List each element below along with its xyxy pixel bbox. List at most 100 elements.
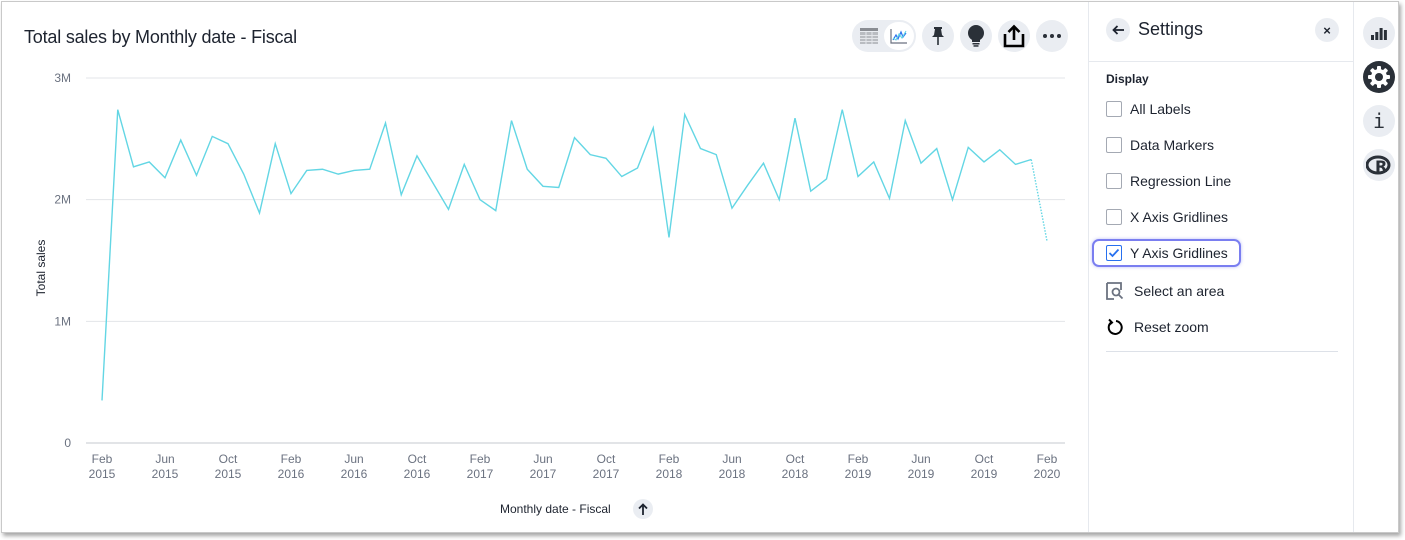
x-tick-label: 2016 xyxy=(278,467,305,481)
data-point[interactable] xyxy=(587,152,593,158)
data-point[interactable] xyxy=(131,164,137,170)
reset-zoom-button[interactable]: Reset zoom xyxy=(1106,315,1209,339)
data-point[interactable] xyxy=(162,175,168,181)
option-x-axis-gridlines[interactable]: X Axis Gridlines xyxy=(1106,205,1228,229)
data-point[interactable] xyxy=(320,166,326,172)
data-point[interactable] xyxy=(572,135,578,141)
data-point[interactable] xyxy=(619,174,625,180)
data-point[interactable] xyxy=(115,107,121,113)
data-point[interactable] xyxy=(902,118,908,124)
data-point[interactable] xyxy=(509,118,515,124)
data-point[interactable] xyxy=(477,197,483,203)
info-button[interactable]: i xyxy=(1363,105,1395,137)
x-tick-label: 2019 xyxy=(971,467,998,481)
data-point[interactable] xyxy=(839,107,845,113)
data-point[interactable] xyxy=(950,197,956,203)
data-point[interactable] xyxy=(761,160,767,166)
data-point[interactable] xyxy=(383,120,389,126)
checkbox[interactable] xyxy=(1106,173,1122,189)
data-point[interactable] xyxy=(1028,157,1034,163)
data-point[interactable] xyxy=(776,197,782,203)
data-point[interactable] xyxy=(792,115,798,121)
data-point[interactable] xyxy=(666,234,672,240)
back-button[interactable] xyxy=(1106,18,1130,42)
option-data-markers[interactable]: Data Markers xyxy=(1106,133,1214,157)
data-point[interactable] xyxy=(209,133,215,139)
chart-panel: Total sales by Monthly date - Fiscal 0 1… xyxy=(2,2,1088,532)
x-tick-label: Feb xyxy=(281,452,302,466)
series-line[interactable] xyxy=(101,109,1032,401)
x-tick-label: Oct xyxy=(408,452,427,466)
data-point[interactable] xyxy=(351,167,357,173)
data-point[interactable] xyxy=(934,146,940,152)
checkbox[interactable] xyxy=(1106,137,1122,153)
data-point[interactable] xyxy=(1013,161,1019,167)
data-point[interactable] xyxy=(367,166,373,172)
line-chart[interactable]: 01M2M3MTotal salesFeb2015Jun2015Oct2015F… xyxy=(2,2,1088,532)
data-point[interactable] xyxy=(430,180,436,186)
x-tick-label: 2016 xyxy=(404,467,431,481)
svg-text:R: R xyxy=(1375,157,1387,175)
data-point[interactable] xyxy=(729,205,735,211)
data-point[interactable] xyxy=(398,192,404,198)
x-axis-title-group: Monthly date - Fiscal xyxy=(500,499,653,519)
data-point[interactable] xyxy=(146,159,152,165)
data-point[interactable] xyxy=(871,159,877,165)
data-point[interactable] xyxy=(446,206,452,212)
data-point[interactable] xyxy=(997,147,1003,153)
checkmark-icon xyxy=(1108,248,1120,258)
data-point[interactable] xyxy=(524,166,530,172)
checkbox-checked[interactable] xyxy=(1106,245,1122,261)
data-point[interactable] xyxy=(556,185,562,191)
x-tick-label: Jun xyxy=(533,452,552,466)
x-tick-label: Oct xyxy=(786,452,805,466)
data-point[interactable] xyxy=(713,152,719,158)
checkbox[interactable] xyxy=(1106,209,1122,225)
data-point[interactable] xyxy=(461,161,467,167)
data-point[interactable] xyxy=(808,188,814,194)
data-point[interactable] xyxy=(965,144,971,150)
data-point[interactable] xyxy=(698,146,704,152)
reset-zoom-label: Reset zoom xyxy=(1134,319,1209,335)
data-point[interactable] xyxy=(745,182,751,188)
x-tick-label: 2016 xyxy=(341,467,368,481)
data-point[interactable] xyxy=(178,137,184,143)
sort-button[interactable] xyxy=(632,499,653,519)
option-label: Y Axis Gridlines xyxy=(1130,245,1228,261)
data-point[interactable] xyxy=(414,153,420,159)
data-point[interactable] xyxy=(682,112,688,118)
data-point[interactable] xyxy=(603,155,609,161)
close-icon: × xyxy=(1323,22,1331,38)
chart-type-button[interactable] xyxy=(1363,17,1395,49)
info-icon: i xyxy=(1372,109,1386,133)
data-point[interactable] xyxy=(918,160,924,166)
data-point[interactable] xyxy=(99,397,105,403)
data-point[interactable] xyxy=(304,167,310,173)
data-point[interactable] xyxy=(650,125,656,131)
data-point[interactable] xyxy=(288,191,294,197)
select-area-button[interactable]: Select an area xyxy=(1106,279,1224,303)
data-point[interactable] xyxy=(194,172,200,178)
close-button[interactable]: × xyxy=(1315,18,1339,42)
data-point[interactable] xyxy=(887,195,893,201)
arrow-up-icon xyxy=(638,503,648,515)
data-point[interactable] xyxy=(335,171,341,177)
data-point[interactable] xyxy=(225,141,231,147)
settings-rail-button[interactable] xyxy=(1363,61,1395,93)
data-point[interactable] xyxy=(241,171,247,177)
data-point[interactable] xyxy=(855,174,861,180)
option-y-axis-gridlines[interactable]: Y Axis Gridlines xyxy=(1106,241,1228,265)
option-regression-line[interactable]: Regression Line xyxy=(1106,169,1231,193)
data-point[interactable] xyxy=(1044,238,1050,244)
data-point[interactable] xyxy=(257,210,263,216)
checkbox[interactable] xyxy=(1106,101,1122,117)
data-point[interactable] xyxy=(824,176,830,182)
data-point[interactable] xyxy=(540,183,546,189)
r-analysis-button[interactable]: R xyxy=(1363,149,1395,181)
option-all-labels[interactable]: All Labels xyxy=(1106,97,1191,121)
data-point[interactable] xyxy=(493,208,499,214)
data-point[interactable] xyxy=(635,165,641,171)
y-tick-label: 1M xyxy=(54,314,71,328)
data-point[interactable] xyxy=(981,159,987,165)
data-point[interactable] xyxy=(272,141,278,147)
